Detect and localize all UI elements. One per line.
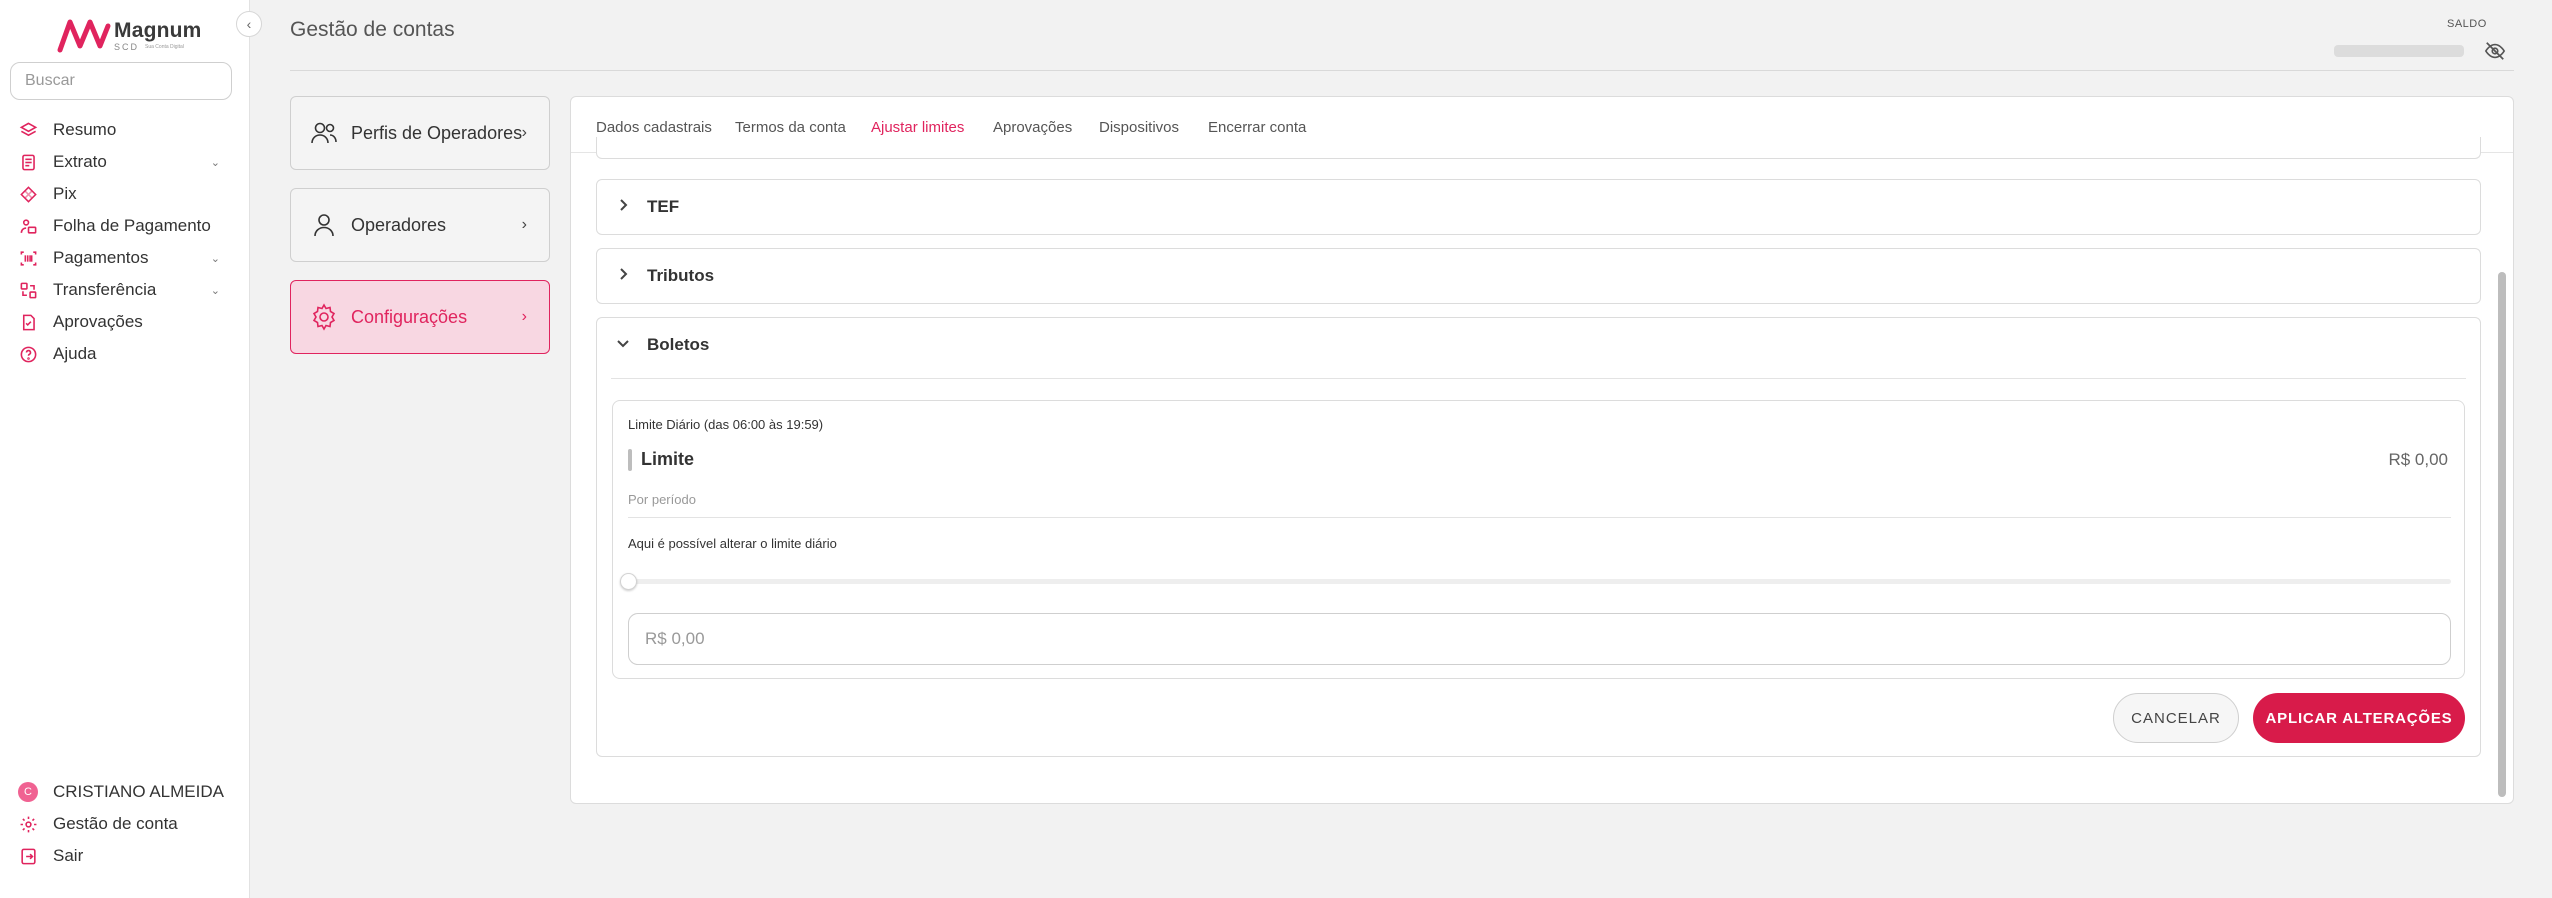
sidebar-item-folha-de-pagamento[interactable]: Folha de Pagamento [0,210,250,242]
sidebar-item-label: Folha de Pagamento [53,216,211,235]
accordion-tributos[interactable]: Tributos [596,248,2481,304]
sidebar-item-label: Resumo [53,120,117,139]
eye-off-icon[interactable] [2484,40,2506,62]
sidebar-item-label: Aprovações [53,312,143,331]
limit-label: Limite [641,449,695,469]
collapse-sidebar-button[interactable]: ‹ [236,11,262,37]
payroll-icon [18,216,38,236]
sidebar-item-label: Sair [53,846,84,865]
statement-icon [18,152,38,172]
avatar: C [18,782,38,802]
accordion-tef[interactable]: TEF [596,179,2481,235]
sidebar-item-label: Extrato [53,152,107,171]
tab-dados-cadastrais[interactable]: Dados cadastrais [596,119,712,136]
cancel-button[interactable]: CANCELAR [2113,693,2239,743]
sidebar-item-aprovacoes[interactable]: Aprovações [0,306,250,338]
sidebar-item-ajuda[interactable]: Ajuda [0,338,250,370]
sidebar-item-label: Pix [53,184,77,203]
tab-termos-da-conta[interactable]: Termos da conta [735,119,846,136]
accordion-title: TEF [647,197,680,216]
user-icon [309,210,339,240]
settings-card-label: Perfis de Operadores [351,122,523,143]
accordion-title: Tributos [647,266,715,285]
settings-card-label: Operadores [351,214,447,235]
sidebar-item-gestao-de-conta[interactable]: Gestão de conta [0,808,250,840]
users-icon [309,118,339,148]
saldo-value-hidden [2334,45,2464,57]
sidebar-bottom: C CRISTIANO ALMEIDA Gestão de conta Sair [0,776,250,872]
tab-encerrar-conta[interactable]: Encerrar conta [1208,119,1306,136]
page-title: Gestão de contas [290,18,455,41]
accordion-boletos: Boletos Limite Diário (das 06:00 às 19:5… [596,317,2481,757]
logout-icon [18,846,38,866]
settings-card-configuracoes[interactable]: Configurações › [290,280,550,354]
sidebar-item-transferencia[interactable]: Transferência ⌄ [0,274,250,306]
daily-limit-heading: Limite Diário (das 06:00 às 19:59) [628,417,824,432]
accordion-previous-section [596,137,2481,159]
sidebar-item-pagamentos[interactable]: Pagamentos ⌄ [0,242,250,274]
search-input[interactable]: Buscar [10,62,232,100]
logo-subtitle: SCD Sua Conta Digital [114,43,202,52]
header-divider [290,70,2514,71]
barcode-icon [18,248,38,268]
sidebar-item-label: Gestão de conta [53,814,178,833]
magnum-logo-icon [57,19,111,53]
apply-changes-button[interactable]: APLICAR ALTERAÇÕES [2253,693,2465,743]
chevron-right-icon: › [521,216,527,233]
help-icon [18,344,38,364]
saldo-label: SALDO [2447,18,2487,30]
sidebar-item-sair[interactable]: Sair [0,840,250,872]
chevron-down-icon[interactable]: ⌄ [211,252,220,265]
user-profile[interactable]: C CRISTIANO ALMEIDA [0,776,250,808]
pix-icon [18,184,38,204]
divider [611,378,2466,379]
user-name: CRISTIANO ALMEIDA [53,782,224,801]
chevron-right-icon [615,197,631,213]
sidebar-item-pix[interactable]: Pix [0,178,250,210]
chevron-down-icon[interactable]: ⌄ [211,284,220,297]
limit-slider-handle[interactable] [620,573,637,590]
limit-indicator-bar [628,449,632,471]
settings-card-operadores[interactable]: Operadores › [290,188,550,262]
logo-text: Magnum SCD Sua Conta Digital [114,20,202,52]
settings-card-label: Configurações [351,306,468,327]
approval-icon [18,312,38,332]
limit-hint: Aqui é possível alterar o limite diário [628,536,837,551]
gear-icon [309,302,339,332]
sidebar: Magnum SCD Sua Conta Digital Buscar Resu… [0,0,250,898]
chevron-right-icon [615,266,631,282]
logo-name: Magnum [114,19,202,42]
daily-limit-card: Limite Diário (das 06:00 às 19:59) Limit… [612,400,2465,679]
gear-icon [18,814,38,834]
chevron-down-icon[interactable] [615,335,631,351]
divider [628,517,2451,518]
chevron-down-icon[interactable]: ⌄ [211,156,220,169]
scrollbar-thumb[interactable] [2498,272,2506,797]
limit-slider-track[interactable] [628,579,2451,584]
sidebar-item-resumo[interactable]: Resumo [0,114,250,146]
chevron-right-icon: › [521,308,527,325]
transfer-icon [18,280,38,300]
limit-value: R$ 0,00 [2388,450,2448,469]
sidebar-nav: Resumo Extrato ⌄ Pix Folha de Pagamento [0,114,250,370]
tab-aprovacoes[interactable]: Aprovações [993,119,1072,136]
logo-tagline: Sua Conta Digital [145,44,184,50]
tab-dispositivos[interactable]: Dispositivos [1099,119,1179,136]
layers-icon [18,120,38,140]
accordion-title: Boletos [647,335,710,354]
sidebar-item-label: Pagamentos [53,248,149,267]
period-label: Por período [628,492,696,507]
limit-amount-input[interactable]: R$ 0,00 [628,613,2451,665]
sidebar-item-extrato[interactable]: Extrato ⌄ [0,146,250,178]
chevron-left-icon: ‹ [246,16,252,32]
tab-ajustar-limites[interactable]: Ajustar limites [871,119,964,136]
account-settings-panel: Dados cadastrais Termos da conta Ajustar… [570,96,2514,804]
settings-card-perfis-de-operadores[interactable]: Perfis de Operadores › [290,96,550,170]
sidebar-item-label: Transferência [53,280,157,299]
sidebar-item-label: Ajuda [53,344,97,363]
magnum-logo[interactable]: Magnum SCD Sua Conta Digital [56,14,206,58]
logo-sub-code: SCD [114,42,140,52]
chevron-right-icon: › [521,124,527,141]
